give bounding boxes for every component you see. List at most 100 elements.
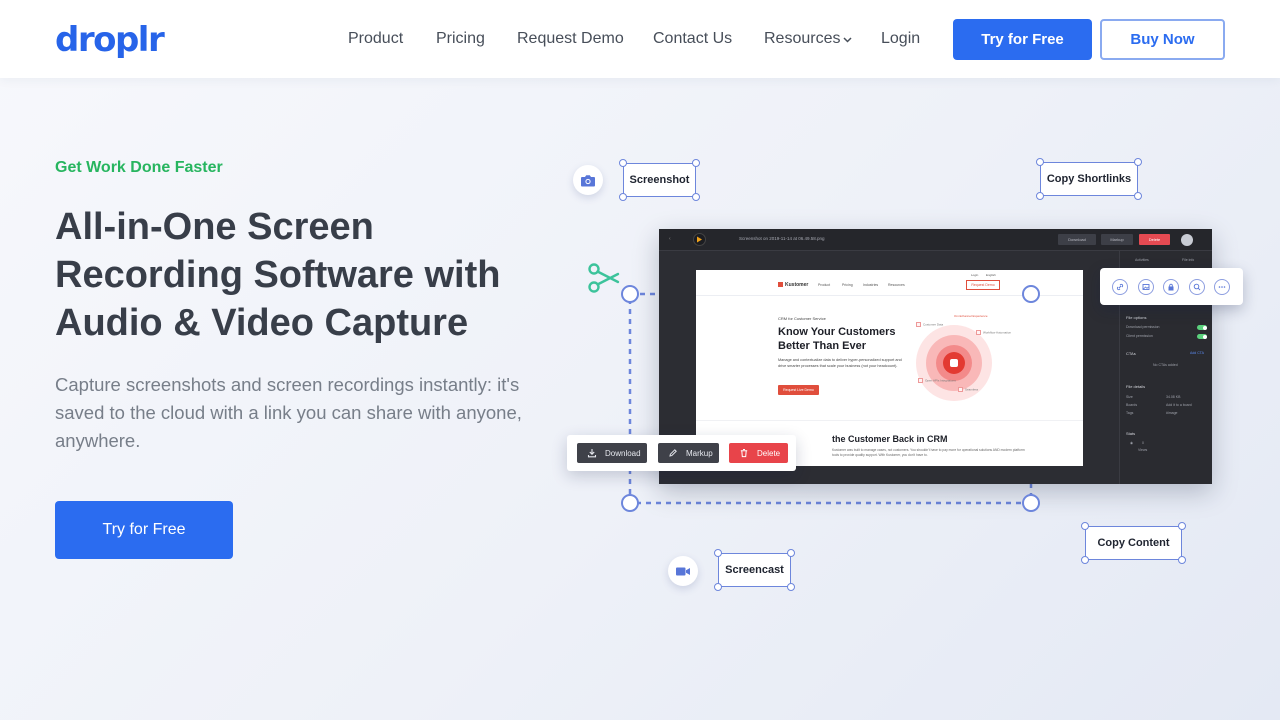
target-core xyxy=(943,352,965,374)
download-action-label: Download xyxy=(605,448,641,458)
app-markup-button[interactable]: Markup xyxy=(1101,234,1133,245)
try-for-free-nav-button[interactable]: Try for Free xyxy=(953,19,1092,60)
trash-icon xyxy=(740,449,748,458)
markup-action-button[interactable]: Markup xyxy=(658,443,719,463)
lock-icon[interactable] xyxy=(1163,279,1179,295)
app-filename: Screenshot on 2019-11-14 at 06.49.58.png xyxy=(739,236,825,241)
more-icon[interactable] xyxy=(1214,279,1230,295)
kustomer-sub-body: Kustomer was built to manage cases, not … xyxy=(832,448,1025,457)
kustomer-nav-product: Product xyxy=(818,283,831,287)
panel-boards-label: Boards xyxy=(1126,403,1138,407)
image-icon[interactable] xyxy=(1138,279,1154,295)
kustomer-subtitle: the Customer Back in CRM xyxy=(832,434,948,444)
app-download-button[interactable]: Download xyxy=(1058,234,1096,245)
panel-tags-label: Tags xyxy=(1126,411,1134,415)
kustomer-tag-apis-label: Open APIs Integrations xyxy=(925,378,956,383)
share-toolbar xyxy=(1100,268,1243,305)
top-navigation: droplr Product Pricing Request Demo Cont… xyxy=(0,0,1280,78)
try-for-free-hero-button[interactable]: Try for Free xyxy=(55,501,233,559)
kustomer-tag-seamless: Seamless xyxy=(958,387,978,392)
nav-link-contact-us[interactable]: Contact Us xyxy=(653,29,732,49)
panel-stats: Stats xyxy=(1126,431,1136,436)
chevron-down-icon xyxy=(843,29,853,49)
nav-link-request-demo[interactable]: Request Demo xyxy=(517,29,624,49)
panel-ctas: CTAs xyxy=(1126,351,1136,356)
hero-headline: All-in-One Screen Recording Software wit… xyxy=(55,206,501,344)
kustomer-tag-omnichannel: Omnichannel Experience xyxy=(954,314,988,318)
kustomer-language: English xyxy=(986,273,996,277)
copy-shortlinks-label-text: Copy Shortlinks xyxy=(1046,173,1132,185)
nav-link-login[interactable]: Login xyxy=(881,29,920,49)
panel-download-permission: Download permission xyxy=(1126,325,1160,329)
kustomer-logo: Kustomer xyxy=(778,282,808,288)
panel-views-value: 0 xyxy=(1142,441,1144,445)
kustomer-eyebrow: CRM for Customer Service xyxy=(778,316,826,321)
copy-content-label: Copy Content xyxy=(1081,522,1186,564)
panel-views-label: Views xyxy=(1138,448,1148,452)
panel-add-cta[interactable]: Add CTA xyxy=(1190,351,1204,355)
eye-icon: ◉ xyxy=(1130,441,1134,445)
download-permission-toggle[interactable] xyxy=(1197,325,1207,330)
kustomer-brand: Kustomer xyxy=(785,282,809,288)
panel-boards-value[interactable]: Add it to a board xyxy=(1166,403,1192,407)
screencast-label: Screencast xyxy=(714,549,795,591)
scissors-icon xyxy=(585,260,621,301)
back-arrow-icon: ‹ xyxy=(669,236,671,242)
kustomer-title: Know Your Customers Better Than Ever xyxy=(778,326,896,352)
panel-file-options: File options xyxy=(1126,315,1147,320)
selection-handle-tl[interactable] xyxy=(621,285,639,303)
app-topbar: ‹ Screenshot on 2019-11-14 at 06.49.58.p… xyxy=(659,229,1212,251)
video-camera-icon xyxy=(668,556,698,586)
panel-size-value: 34.08 KB xyxy=(1166,395,1181,399)
delete-action-button[interactable]: Delete xyxy=(729,443,788,463)
panel-no-ctas: No CTAs added xyxy=(1153,363,1178,367)
download-action-button[interactable]: Download xyxy=(577,443,647,463)
nav-link-pricing[interactable]: Pricing xyxy=(436,29,485,49)
kustomer-login: Login xyxy=(971,273,979,277)
app-delete-button[interactable]: Delete xyxy=(1139,234,1170,245)
delete-action-label: Delete xyxy=(757,448,781,458)
kustomer-tag-workflow: Workflow Automation xyxy=(976,330,1011,335)
panel-client-permission: Client permission xyxy=(1126,334,1153,338)
kustomer-tag-customer-data-label: Customer Data xyxy=(923,322,944,327)
file-action-bar: Download Markup Delete xyxy=(567,435,796,471)
kustomer-nav-resources: Resources xyxy=(888,283,905,287)
kustomer-body: Manage and contextualize data to deliver… xyxy=(778,358,902,368)
kustomer-cta: Request Live Demo xyxy=(778,385,819,395)
screenshot-label: Screenshot xyxy=(619,159,700,201)
kustomer-nav-industries: Industries xyxy=(863,283,879,287)
search-icon[interactable] xyxy=(1189,279,1205,295)
droplr-app-icon xyxy=(693,233,706,246)
copy-shortlinks-label: Copy Shortlinks xyxy=(1036,158,1142,200)
droplr-logo[interactable]: droplr xyxy=(55,20,165,60)
selection-handle-bl[interactable] xyxy=(621,494,639,512)
selection-handle-tr[interactable] xyxy=(1022,285,1040,303)
nav-link-resources-label: Resources xyxy=(764,30,841,48)
markup-action-label: Markup xyxy=(686,448,713,458)
selection-handle-br[interactable] xyxy=(1022,494,1040,512)
panel-file-details: File details xyxy=(1126,384,1146,389)
panel-tab-file-info[interactable]: File info xyxy=(1182,258,1194,262)
pencil-icon xyxy=(669,449,677,457)
copy-content-label-text: Copy Content xyxy=(1097,537,1170,549)
kustomer-tag-customer-data: Customer Data xyxy=(916,322,943,327)
buy-now-button[interactable]: Buy Now xyxy=(1100,19,1225,60)
camera-icon xyxy=(573,165,603,195)
panel-tab-activities[interactable]: Activities xyxy=(1135,258,1149,262)
nav-link-resources[interactable]: Resources xyxy=(764,29,853,49)
kustomer-tag-seamless-label: Seamless xyxy=(965,387,979,392)
kustomer-tag-apis: Open APIs Integrations xyxy=(918,378,956,383)
client-permission-toggle[interactable] xyxy=(1197,334,1207,339)
kustomer-tag-workflow-label: Workflow Automation xyxy=(983,330,1012,335)
nav-link-product[interactable]: Product xyxy=(348,29,403,49)
chat-icon xyxy=(950,359,958,367)
link-icon[interactable] xyxy=(1112,279,1128,295)
kustomer-request-demo: Request Demo xyxy=(966,280,1000,290)
screenshot-label-text: Screenshot xyxy=(629,174,690,186)
app-avatar xyxy=(1181,234,1193,246)
kustomer-nav-pricing: Pricing xyxy=(842,283,853,287)
screencast-label-text: Screencast xyxy=(725,564,784,576)
panel-size-label: Size xyxy=(1126,395,1133,399)
hero-subtext: Capture screenshots and screen recording… xyxy=(55,374,522,451)
panel-tags-value: #image xyxy=(1166,411,1178,415)
